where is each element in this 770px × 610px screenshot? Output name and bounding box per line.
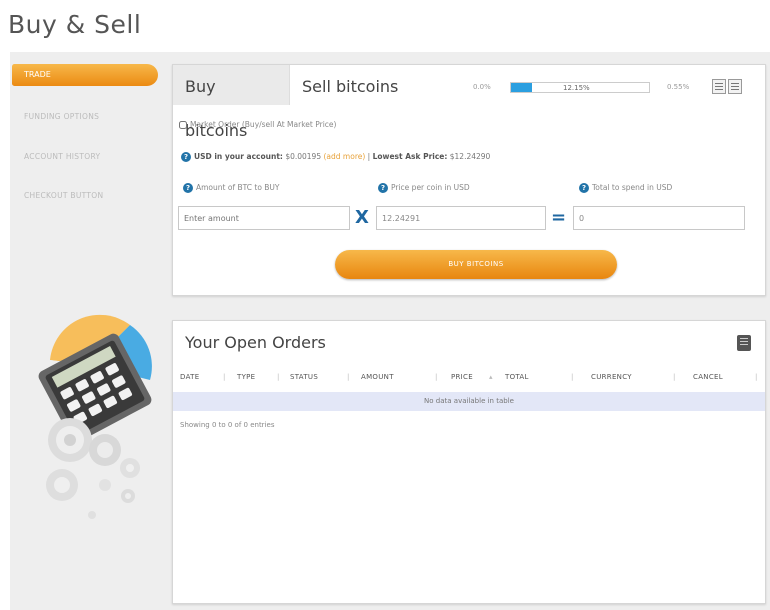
- multiply-symbol: X: [355, 207, 369, 228]
- grid-view-icon[interactable]: [728, 79, 742, 94]
- sidebar-item-funding-options[interactable]: FUNDING OPTIONS: [24, 112, 99, 121]
- column-header-amount[interactable]: AMOUNT: [361, 373, 394, 381]
- price-label-group: ? Price per coin in USD: [378, 183, 470, 193]
- amount-label: Amount of BTC to BUY: [196, 183, 280, 192]
- range-low-label: 0.0%: [473, 83, 491, 91]
- empty-table-message: No data available in table: [173, 392, 765, 411]
- equals-symbol: =: [551, 207, 567, 228]
- total-label-group: ? Total to spend in USD: [579, 183, 672, 193]
- info-separator: |: [367, 152, 371, 161]
- usd-value: $0.00195: [285, 152, 322, 161]
- range-bar-fill: [511, 83, 532, 92]
- info-icon: ?: [378, 183, 388, 193]
- price-label: Price per coin in USD: [391, 183, 470, 192]
- info-icon: ?: [579, 183, 589, 193]
- orders-table-header: DATE | TYPE | STATUS | AMOUNT | PRICE ▴ …: [180, 373, 758, 381]
- trade-panel: Buy bitcoins Sell bitcoins 0.0% 12.15% 0…: [172, 64, 766, 296]
- column-header-currency[interactable]: CURRENCY: [591, 373, 632, 381]
- market-order-checkbox[interactable]: [179, 121, 187, 129]
- total-input[interactable]: [573, 206, 745, 230]
- account-info-line: ? USD in your account: $0.00195 (add more…: [181, 152, 490, 162]
- page-title: Buy & Sell: [8, 10, 142, 39]
- range-bar-value: 12.15%: [563, 84, 590, 92]
- list-view-icon[interactable]: [712, 79, 726, 94]
- tab-buy-bitcoins[interactable]: Buy bitcoins: [173, 65, 290, 140]
- info-icon: ?: [183, 183, 193, 193]
- calculator-icon: [38, 314, 152, 519]
- table-entries-info: Showing 0 to 0 of 0 entries: [180, 421, 275, 429]
- open-orders-title: Your Open Orders: [185, 333, 326, 352]
- amount-input[interactable]: [178, 206, 350, 230]
- sidebar-item-trade[interactable]: TRADE: [12, 64, 158, 86]
- usd-label: USD in your account:: [194, 152, 283, 161]
- lowest-ask-label: Lowest Ask Price:: [372, 152, 448, 161]
- column-header-cancel[interactable]: CANCEL: [693, 373, 723, 381]
- range-bar: 12.15%: [510, 82, 650, 93]
- sidebar-item-account-history[interactable]: ACCOUNT HISTORY: [24, 152, 100, 161]
- market-order-option[interactable]: Market Order (Buy/sell At Market Price): [179, 120, 336, 129]
- sidebar-item-checkout-button[interactable]: CHECKOUT BUTTON: [24, 191, 103, 200]
- column-header-price[interactable]: PRICE: [451, 373, 473, 381]
- info-icon: ?: [181, 152, 191, 162]
- tab-sell-bitcoins[interactable]: Sell bitcoins: [290, 65, 410, 105]
- column-header-date[interactable]: DATE: [180, 373, 199, 381]
- range-high-label: 0.55%: [667, 83, 690, 91]
- market-order-label: Market Order (Buy/sell At Market Price): [190, 120, 337, 129]
- export-icon[interactable]: [737, 335, 751, 351]
- amount-label-group: ? Amount of BTC to BUY: [183, 183, 280, 193]
- buy-bitcoins-button[interactable]: BUY BITCOINS: [335, 250, 617, 279]
- column-header-total[interactable]: TOTAL: [505, 373, 529, 381]
- open-orders-panel: Your Open Orders DATE | TYPE | STATUS | …: [172, 320, 766, 604]
- total-label: Total to spend in USD: [592, 183, 673, 192]
- price-input[interactable]: [376, 206, 546, 230]
- column-header-type[interactable]: TYPE: [237, 373, 255, 381]
- column-header-status[interactable]: STATUS: [290, 373, 318, 381]
- lowest-ask-value: $12.24290: [449, 152, 491, 161]
- add-more-link[interactable]: (add more): [324, 152, 366, 161]
